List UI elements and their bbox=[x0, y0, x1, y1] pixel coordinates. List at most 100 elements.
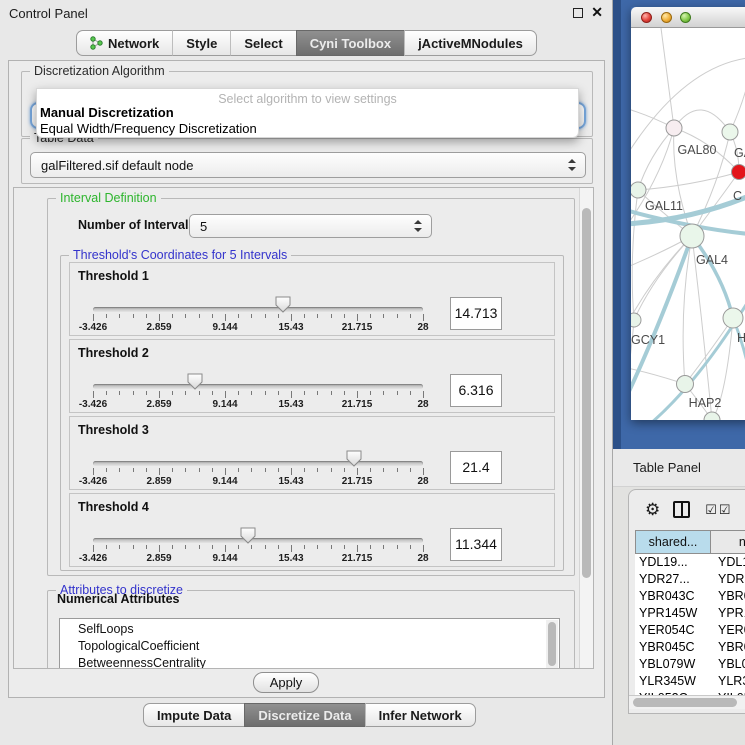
table-horizontal-scrollbar[interactable] bbox=[629, 695, 745, 709]
tab-label: Impute Data bbox=[157, 708, 231, 723]
tab-cyni-toolbox[interactable]: Cyni Toolbox bbox=[296, 30, 404, 56]
network-canvas[interactable]: GAL80GACGAL11GAL4GCY1HHAP2 bbox=[631, 28, 745, 420]
slider-track[interactable] bbox=[93, 384, 423, 389]
slider-track[interactable] bbox=[93, 461, 423, 466]
threshold-value-field[interactable]: 11.344 bbox=[450, 528, 502, 561]
network-node[interactable] bbox=[677, 376, 694, 393]
attributes-list-scrollbar[interactable] bbox=[546, 620, 558, 669]
minimize-traffic-light-icon[interactable] bbox=[661, 12, 672, 23]
algorithm-dropdown-popup: Select algorithm to view settings Manual… bbox=[36, 88, 579, 138]
slider-tick bbox=[185, 314, 186, 318]
zoom-traffic-light-icon[interactable] bbox=[680, 12, 691, 23]
threshold-value-field[interactable]: 21.4 bbox=[450, 451, 502, 484]
table-row[interactable]: YBR045CYBR045C bbox=[635, 639, 745, 656]
slider-tick bbox=[119, 391, 120, 395]
slider-thumb[interactable] bbox=[346, 450, 362, 467]
popup-option-manual-discretization[interactable]: Manual Discretization bbox=[40, 105, 174, 120]
network-edge bbox=[661, 28, 674, 128]
discretization-algorithm-title: Discretization Algorithm bbox=[30, 64, 169, 78]
slider-tick bbox=[185, 468, 186, 472]
slider-tick-label: 2.859 bbox=[146, 399, 171, 410]
slider-tick bbox=[344, 391, 345, 395]
table-row[interactable]: YBR043CYBR043C bbox=[635, 588, 745, 605]
slider-tick bbox=[357, 314, 358, 321]
tab-discretize-data[interactable]: Discretize Data bbox=[244, 703, 364, 727]
slider-tick bbox=[357, 468, 358, 475]
slider-tick bbox=[383, 545, 384, 549]
table-data-combobox[interactable]: galFiltered.sif default node bbox=[30, 152, 586, 178]
table-row[interactable]: YBL079WYBL079W bbox=[635, 656, 745, 673]
settings-scrollbar[interactable] bbox=[579, 188, 593, 668]
slider-tick bbox=[304, 468, 305, 472]
slider-track[interactable] bbox=[93, 307, 423, 312]
slider-tick bbox=[291, 314, 292, 321]
table-row[interactable]: YLR345WYLR345W bbox=[635, 673, 745, 690]
tab-network[interactable]: Network bbox=[76, 30, 172, 56]
table-row[interactable]: YDL19...YDL19... bbox=[635, 554, 745, 571]
number-of-intervals-combobox[interactable]: 5 bbox=[189, 214, 432, 238]
attribute-item-topologicalcoefficient[interactable]: TopologicalCoefficient bbox=[78, 638, 559, 655]
tab-jactivemnodules[interactable]: jActiveMNodules bbox=[404, 30, 537, 56]
slider-tick bbox=[133, 545, 134, 549]
apply-button[interactable]: Apply bbox=[253, 672, 319, 693]
tab-style[interactable]: Style bbox=[172, 30, 230, 56]
network-node[interactable] bbox=[631, 313, 641, 327]
slider-track[interactable] bbox=[93, 538, 423, 543]
table-row[interactable]: YPR145WYPR145W bbox=[635, 605, 745, 622]
threshold-value-field[interactable]: 14.713 bbox=[450, 297, 502, 330]
table-row[interactable]: YDR27...YDR27... bbox=[635, 571, 745, 588]
slider-tick-label: 28 bbox=[417, 553, 428, 564]
scrollbar-thumb[interactable] bbox=[633, 698, 737, 707]
slider-tick bbox=[278, 391, 279, 395]
checkbox-checked-icon[interactable]: ☑ bbox=[719, 502, 731, 518]
table-toolbar: ⚙ ☑ ☑ bbox=[629, 490, 745, 529]
network-node[interactable] bbox=[666, 120, 682, 136]
checkbox-checked-icon[interactable]: ☑ bbox=[705, 502, 717, 518]
threshold-card-4: Threshold 4-3.4262.8599.14415.4321.71528… bbox=[69, 493, 555, 567]
network-node[interactable] bbox=[732, 165, 745, 180]
gear-icon[interactable]: ⚙ bbox=[645, 500, 660, 520]
network-node[interactable] bbox=[704, 412, 720, 420]
network-node[interactable] bbox=[723, 308, 743, 328]
slider-tick bbox=[93, 314, 94, 321]
float-window-icon[interactable] bbox=[573, 8, 583, 18]
slider-tick bbox=[397, 545, 398, 549]
popup-option-equal-width-frequency[interactable]: Equal Width/Frequency Discretization bbox=[40, 121, 257, 136]
slider-tick bbox=[383, 391, 384, 395]
tab-select[interactable]: Select bbox=[230, 30, 295, 56]
table-cell: YBL079W bbox=[635, 656, 711, 673]
slider-thumb[interactable] bbox=[275, 296, 291, 313]
network-node[interactable] bbox=[680, 224, 704, 248]
close-traffic-light-icon[interactable] bbox=[641, 12, 652, 23]
tab-infer-network[interactable]: Infer Network bbox=[365, 703, 476, 727]
slider-tick bbox=[370, 391, 371, 395]
close-icon[interactable]: ✕ bbox=[591, 4, 603, 21]
tab-impute-data[interactable]: Impute Data bbox=[143, 703, 244, 727]
slider-tick-label: 2.859 bbox=[146, 553, 171, 564]
column-header-shared-[interactable]: shared... bbox=[635, 530, 711, 554]
numerical-attributes-list[interactable]: SelfLoopsTopologicalCoefficientBetweenne… bbox=[59, 618, 560, 669]
network-window-titlebar[interactable] bbox=[631, 7, 745, 28]
scrollbar-thumb[interactable] bbox=[582, 208, 591, 578]
column-header-n-[interactable]: n... bbox=[711, 530, 745, 554]
slider-tick-label: 28 bbox=[417, 322, 428, 333]
node-label: GAL11 bbox=[645, 199, 683, 213]
split-columns-icon[interactable] bbox=[673, 501, 690, 518]
slider-thumb[interactable] bbox=[187, 373, 203, 390]
slider-tick bbox=[304, 314, 305, 318]
network-view-window: GAL80GACGAL11GAL4GCY1HHAP2 bbox=[631, 7, 745, 420]
threshold-value-field[interactable]: 6.316 bbox=[450, 374, 502, 407]
slider-tick bbox=[423, 391, 424, 398]
network-node[interactable] bbox=[631, 182, 646, 198]
slider-tick bbox=[146, 468, 147, 472]
scrollbar-thumb[interactable] bbox=[548, 622, 556, 666]
slider-tick-label: -3.426 bbox=[79, 399, 107, 410]
network-node[interactable] bbox=[722, 124, 738, 140]
table-row[interactable]: YER054CYER054C bbox=[635, 622, 745, 639]
slider-tick bbox=[331, 468, 332, 472]
slider-tick-label: -3.426 bbox=[79, 553, 107, 564]
table-data-value: galFiltered.sif default node bbox=[41, 158, 193, 173]
slider-thumb[interactable] bbox=[240, 527, 256, 544]
attribute-item-selfloops[interactable]: SelfLoops bbox=[78, 621, 559, 638]
attribute-item-betweennesscentrality[interactable]: BetweennessCentrality bbox=[78, 655, 559, 669]
